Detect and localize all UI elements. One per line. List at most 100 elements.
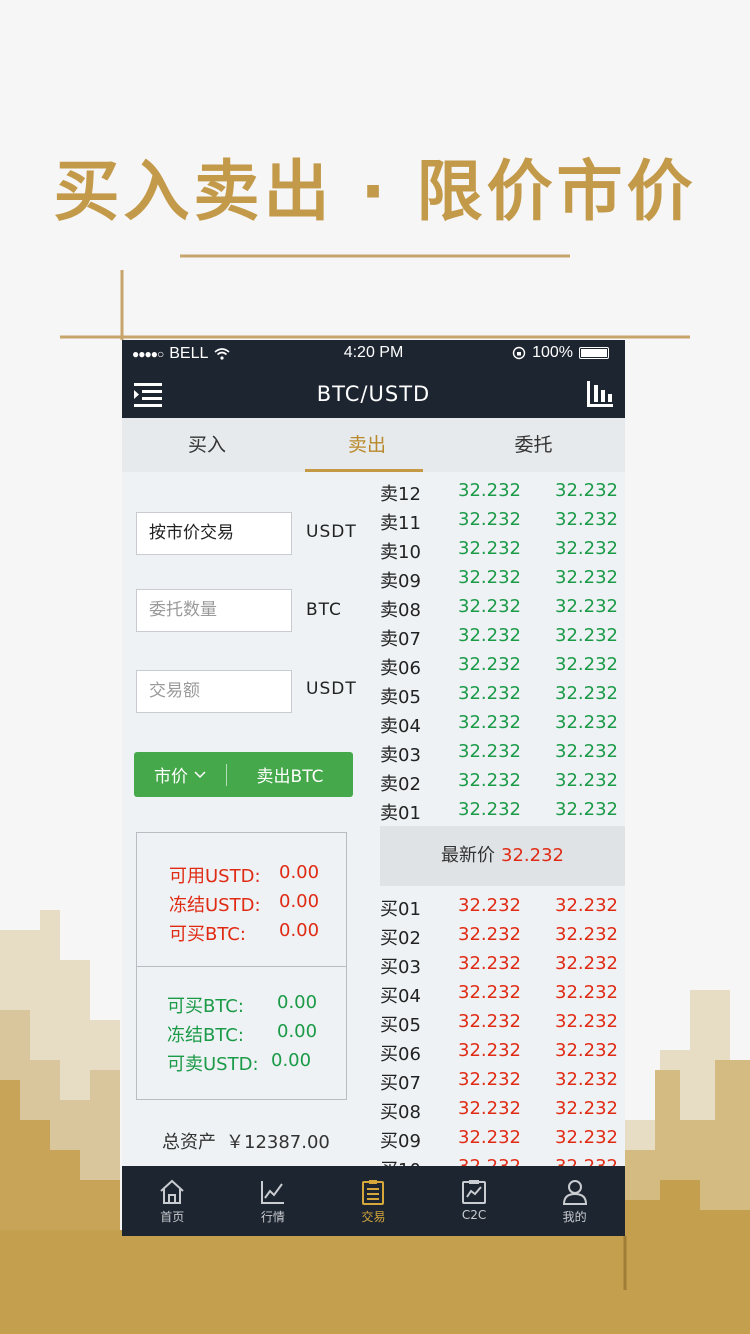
ask-row[interactable]: 卖08 32.232 32.232 bbox=[380, 596, 625, 625]
tabbar-trade[interactable]: 交易 bbox=[323, 1166, 424, 1236]
ask-row[interactable]: 卖02 32.232 32.232 bbox=[380, 770, 625, 799]
bid-row[interactable]: 买02 32.232 32.232 bbox=[380, 924, 625, 953]
balance-row: 可买BTC: 0.00 bbox=[169, 920, 319, 946]
balance-label: 冻结USTD: bbox=[169, 895, 261, 916]
bid-row[interactable]: 买06 32.232 32.232 bbox=[380, 1040, 625, 1069]
balance-label: 可卖USTD: bbox=[167, 1054, 259, 1075]
order-volume: 32.232 bbox=[555, 1040, 618, 1061]
ask-row[interactable]: 卖01 32.232 32.232 bbox=[380, 799, 625, 828]
promo-headline: 买入卖出 · 限价市价 bbox=[53, 153, 697, 230]
tabbar-label: C2C bbox=[461, 1208, 487, 1222]
page-title: BTC/USTD bbox=[316, 382, 431, 406]
order-price: 32.232 bbox=[458, 480, 521, 501]
chevron-down-icon bbox=[194, 770, 206, 778]
order-volume: 32.232 bbox=[555, 538, 618, 559]
price-input[interactable]: 按市价交易 bbox=[136, 512, 292, 555]
ask-row[interactable]: 卖05 32.232 32.232 bbox=[380, 683, 625, 712]
tabbar-home[interactable]: 首页 bbox=[122, 1166, 223, 1236]
sell-btc-button[interactable]: 卖出BTC bbox=[227, 762, 353, 787]
balance-divider bbox=[137, 966, 346, 967]
amount-input[interactable]: 委托数量 bbox=[136, 589, 292, 632]
latest-price-value: 32.232 bbox=[501, 845, 564, 866]
tabbar-market[interactable]: 行情 bbox=[223, 1166, 324, 1236]
balance-value: 0.00 bbox=[279, 920, 320, 941]
ask-row[interactable]: 卖03 32.232 32.232 bbox=[380, 741, 625, 770]
bid-row[interactable]: 买05 32.232 32.232 bbox=[380, 1011, 625, 1040]
balance-row: 可用USTD: 0.00 bbox=[169, 862, 319, 888]
tab-orders[interactable]: 委托 bbox=[442, 418, 625, 472]
order-level-label: 卖08 bbox=[380, 600, 421, 621]
balance-value: 0.00 bbox=[279, 862, 320, 883]
ask-row[interactable]: 卖04 32.232 32.232 bbox=[380, 712, 625, 741]
order-type-dropdown[interactable]: 市价 bbox=[134, 762, 226, 787]
order-price: 32.232 bbox=[458, 741, 521, 762]
balance-row: 可买BTC: 0.00 bbox=[167, 992, 317, 1018]
balance-row: 冻结BTC: 0.00 bbox=[167, 1021, 317, 1047]
bar-chart-icon[interactable] bbox=[585, 379, 615, 409]
order-price: 32.232 bbox=[458, 538, 521, 559]
order-price: 32.232 bbox=[458, 509, 521, 530]
order-price: 32.232 bbox=[458, 1127, 521, 1148]
trade-content: 按市价交易 USDT 委托数量 BTC 交易额 USDT 市价 卖出BTC 可用… bbox=[122, 472, 625, 1181]
ask-row[interactable]: 卖12 32.232 32.232 bbox=[380, 480, 625, 509]
order-type-label: 市价 bbox=[154, 767, 188, 787]
order-price: 32.232 bbox=[458, 683, 521, 704]
tabbar-profile[interactable]: 我的 bbox=[524, 1166, 625, 1236]
order-volume: 32.232 bbox=[555, 1011, 618, 1032]
order-level-label: 卖07 bbox=[380, 629, 421, 650]
tab-sell[interactable]: 卖出 bbox=[292, 418, 442, 472]
order-price: 32.232 bbox=[458, 953, 521, 974]
ask-row[interactable]: 卖09 32.232 32.232 bbox=[380, 567, 625, 596]
ask-row[interactable]: 卖11 32.232 32.232 bbox=[380, 509, 625, 538]
order-level-label: 卖10 bbox=[380, 542, 421, 563]
order-level-label: 卖05 bbox=[380, 687, 421, 708]
total-input[interactable]: 交易额 bbox=[136, 670, 292, 713]
sell-action-bar: 市价 卖出BTC bbox=[134, 752, 353, 797]
order-volume: 32.232 bbox=[555, 596, 618, 617]
balance-panel: 可用USTD: 0.00 冻结USTD: 0.00 可买BTC: 0.00 可买… bbox=[136, 832, 347, 1100]
order-volume: 32.232 bbox=[555, 480, 618, 501]
order-price: 32.232 bbox=[458, 1069, 521, 1090]
bid-row[interactable]: 买08 32.232 32.232 bbox=[380, 1098, 625, 1127]
home-icon bbox=[160, 1179, 184, 1204]
total-assets-value: ￥12387.00 bbox=[226, 1132, 330, 1153]
order-volume: 32.232 bbox=[555, 712, 618, 733]
bid-row[interactable]: 买04 32.232 32.232 bbox=[380, 982, 625, 1011]
order-level-label: 卖03 bbox=[380, 745, 421, 766]
total-unit: USDT bbox=[306, 679, 357, 699]
order-price: 32.232 bbox=[458, 1098, 521, 1119]
bid-row[interactable]: 买03 32.232 32.232 bbox=[380, 953, 625, 982]
bid-row[interactable]: 买09 32.232 32.232 bbox=[380, 1127, 625, 1156]
order-price: 32.232 bbox=[458, 712, 521, 733]
tab-buy[interactable]: 买入 bbox=[122, 418, 292, 472]
status-bar: ●●●●○ BELL 4:20 PM 100% bbox=[122, 340, 625, 368]
total-assets: 总资产 ￥12387.00 bbox=[162, 1128, 330, 1154]
orientation-lock-icon bbox=[512, 346, 526, 360]
order-volume: 32.232 bbox=[555, 799, 618, 820]
bid-row[interactable]: 买07 32.232 32.232 bbox=[380, 1069, 625, 1098]
order-volume: 32.232 bbox=[555, 924, 618, 945]
order-volume: 32.232 bbox=[555, 1098, 618, 1119]
balance-value: 0.00 bbox=[279, 891, 320, 912]
balance-value: 0.00 bbox=[271, 1050, 312, 1071]
order-volume: 32.232 bbox=[555, 625, 618, 646]
ask-row[interactable]: 卖06 32.232 32.232 bbox=[380, 654, 625, 683]
order-level-label: 买08 bbox=[380, 1102, 421, 1123]
ask-row[interactable]: 卖10 32.232 32.232 bbox=[380, 538, 625, 567]
trend-chart-icon bbox=[260, 1181, 284, 1204]
bid-row[interactable]: 买01 32.232 32.232 bbox=[380, 895, 625, 924]
order-level-label: 买09 bbox=[380, 1131, 421, 1152]
tabbar-c2c[interactable]: C2C bbox=[424, 1166, 525, 1236]
order-level-label: 卖02 bbox=[380, 774, 421, 795]
ask-row[interactable]: 卖07 32.232 32.232 bbox=[380, 625, 625, 654]
phone-screen: ●●●●○ BELL 4:20 PM 100% BTC/USTD 买入 卖出 委… bbox=[122, 340, 625, 1236]
order-price: 32.232 bbox=[458, 799, 521, 820]
order-level-label: 买05 bbox=[380, 1015, 421, 1036]
balance-label: 可买BTC: bbox=[169, 924, 246, 945]
bottom-tab-bar: 首页 行情 交易 C2C 我的 bbox=[122, 1166, 625, 1236]
order-volume: 32.232 bbox=[555, 567, 618, 588]
sell-form: 按市价交易 USDT 委托数量 BTC 交易额 USDT 市价 卖出BTC 可用… bbox=[122, 472, 372, 1166]
order-price: 32.232 bbox=[458, 596, 521, 617]
order-volume: 32.232 bbox=[555, 509, 618, 530]
latest-price-label: 最新价 bbox=[441, 845, 495, 866]
